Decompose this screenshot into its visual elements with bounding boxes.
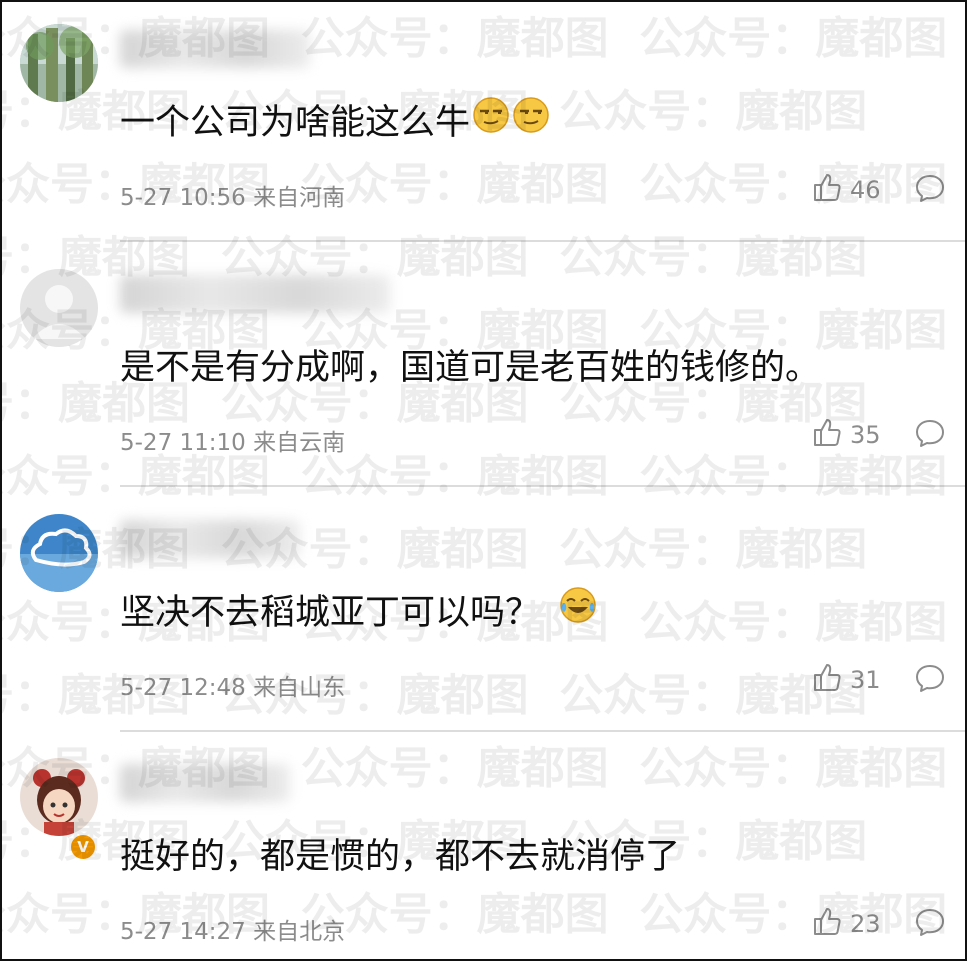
comment-text: 坚决不去稻城亚丁可以吗？	[120, 584, 598, 635]
username-blurred[interactable]	[120, 30, 310, 68]
verified-badge-label: V	[77, 838, 89, 856]
comment-text-content: 一个公司为啥能这么牛	[120, 103, 471, 143]
verified-badge: V	[68, 832, 98, 862]
comment-time: 5-27 12:48	[120, 675, 246, 701]
smirk-emoji-icon	[472, 96, 510, 143]
divider	[120, 485, 965, 487]
comment-text-content: 坚决不去稻城亚丁可以吗？	[120, 593, 541, 633]
comment-location: 来自北京	[253, 919, 346, 945]
comment-text: 挺好的，都是惯的，都不去就消停了	[120, 828, 680, 879]
thumbs-up-icon	[812, 906, 842, 942]
avatar[interactable]	[20, 24, 98, 102]
thumbs-up-icon	[812, 172, 842, 208]
comment-location: 来自山东	[253, 675, 346, 701]
like-button[interactable]: 46	[812, 172, 881, 208]
comment-text-content: 是不是有分成啊，国道可是老百姓的钱修的。	[120, 348, 821, 388]
comment-meta: 5-27 12:48 来自山东	[120, 668, 345, 702]
like-count: 31	[850, 666, 881, 694]
comment-location: 来自河南	[253, 185, 346, 211]
divider	[120, 240, 965, 242]
like-button[interactable]: 35	[812, 417, 881, 453]
smirk-emoji-icon	[512, 96, 550, 143]
avatar[interactable]	[20, 269, 98, 347]
like-button[interactable]: 23	[812, 906, 881, 942]
comment-text-content: 挺好的，都是惯的，都不去就消停了	[120, 837, 681, 877]
divider	[120, 730, 965, 732]
comment-time: 5-27 10:56	[120, 185, 246, 211]
comment-text: 一个公司为啥能这么牛	[120, 94, 550, 145]
like-count: 23	[850, 910, 881, 938]
comment-bubble-icon[interactable]	[914, 907, 946, 941]
comment-bubble-icon[interactable]	[914, 418, 946, 452]
comment-bubble-icon[interactable]	[914, 173, 946, 207]
comment-meta: 5-27 10:56 来自河南	[120, 178, 345, 212]
comment-location: 来自云南	[253, 430, 346, 456]
comment-meta: 5-27 14:27 来自北京	[120, 912, 345, 946]
avatar[interactable]	[20, 758, 98, 836]
like-count: 46	[850, 176, 881, 204]
username-blurred[interactable]	[120, 764, 290, 802]
comment-text: 是不是有分成啊，国道可是老百姓的钱修的。	[120, 339, 820, 390]
username-blurred[interactable]	[120, 275, 390, 313]
laugh-cry-emoji-icon	[558, 585, 598, 634]
like-count: 35	[850, 421, 881, 449]
comment-bubble-icon[interactable]	[914, 663, 946, 697]
like-button[interactable]: 31	[812, 662, 881, 698]
watermark: 公众号：魔都图 公众号：魔都图 公众号：魔都图 公众号：魔都图 公众号：魔都图 …	[2, 13, 948, 940]
thumbs-up-icon	[812, 417, 842, 453]
username-blurred[interactable]	[120, 520, 300, 558]
avatar[interactable]	[20, 514, 98, 592]
thumbs-up-icon	[812, 662, 842, 698]
comment-list: 一个公司为啥能这么牛 5-27 10:56 来自河南 46 是不是有分成啊，国道…	[0, 0, 967, 961]
comment-time: 5-27 14:27	[120, 919, 246, 945]
comment-meta: 5-27 11:10 来自云南	[120, 423, 345, 457]
comment-time: 5-27 11:10	[120, 430, 246, 456]
